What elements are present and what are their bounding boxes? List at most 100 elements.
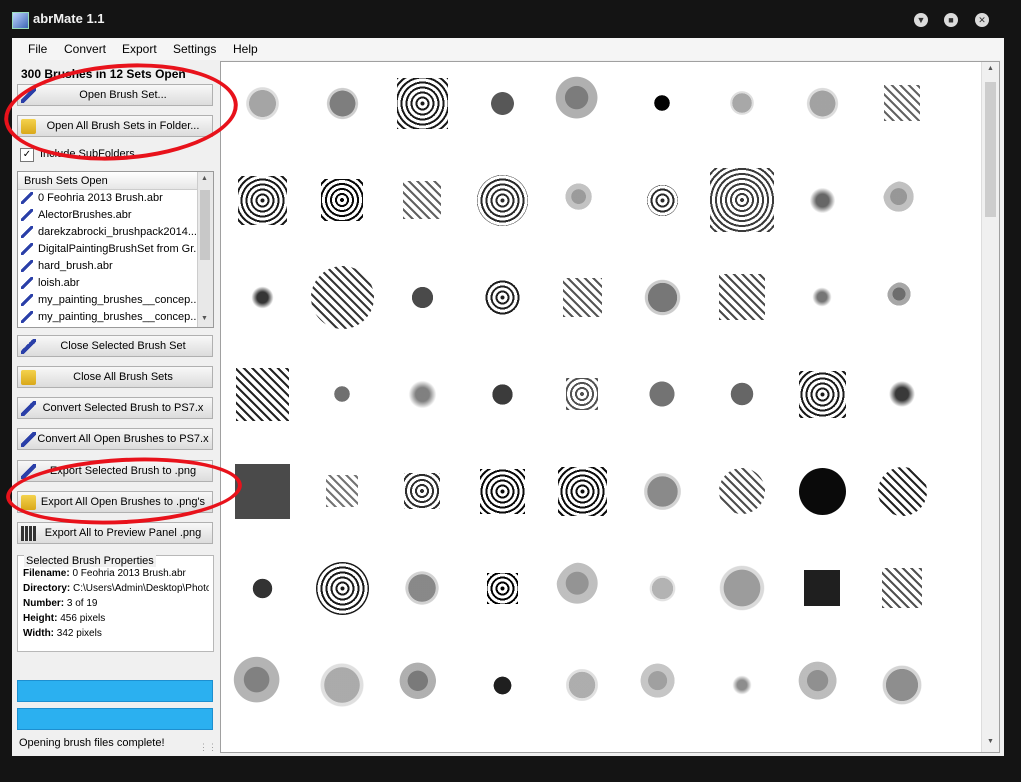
brush-thumbnail[interactable] xyxy=(324,376,360,412)
close-selected-brush-set-button[interactable]: Close Selected Brush Set xyxy=(17,335,213,357)
scroll-thumb[interactable] xyxy=(985,82,996,217)
brush-thumbnail[interactable] xyxy=(478,370,526,418)
brush-thumbnail[interactable] xyxy=(396,77,448,129)
brush-thumbnail[interactable] xyxy=(887,282,917,312)
list-item[interactable]: darekzabrocki_brushpack2014... xyxy=(18,224,213,241)
brush-thumbnail[interactable] xyxy=(321,179,363,221)
menu-help[interactable]: Help xyxy=(233,42,258,56)
brush-sets-list[interactable]: Brush Sets Open 0 Feohria 2013 Brush.abr… xyxy=(17,171,214,328)
menu-convert[interactable]: Convert xyxy=(64,42,106,56)
brush-thumbnail[interactable] xyxy=(479,468,525,514)
brush-thumbnail[interactable] xyxy=(882,180,922,220)
preview-scrollbar[interactable]: ▲ ▼ xyxy=(981,62,999,752)
resize-grip-icon[interactable]: ⋮⋮ xyxy=(199,742,217,753)
brush-thumbnail[interactable] xyxy=(234,463,290,519)
list-item[interactable]: loish.abr xyxy=(18,275,213,292)
list-item[interactable]: my_painting_brushes__concep... xyxy=(18,292,213,309)
menu-file[interactable]: File xyxy=(28,42,47,56)
maximize-button[interactable]: ■ xyxy=(944,13,958,27)
brush-thumbnail[interactable] xyxy=(562,277,602,317)
brush-thumbnail[interactable] xyxy=(310,265,374,329)
brush-thumbnail[interactable] xyxy=(716,368,768,420)
brush-thumbnail[interactable] xyxy=(725,86,759,120)
brush-thumbnail[interactable] xyxy=(798,467,846,515)
brush-thumbnail[interactable] xyxy=(643,569,681,607)
menu-settings[interactable]: Settings xyxy=(173,42,216,56)
brush-thumbnail[interactable] xyxy=(481,664,523,706)
convert-selected-brush-button[interactable]: Convert Selected Brush to PS7.x xyxy=(17,397,213,419)
brush-thumbnail[interactable] xyxy=(719,468,765,514)
list-item[interactable]: hard_brush.abr xyxy=(18,258,213,275)
brush-thumbnail[interactable] xyxy=(326,475,358,507)
brush-thumbnail[interactable] xyxy=(397,369,447,419)
scroll-up-icon[interactable]: ▲ xyxy=(201,175,208,182)
brush-thumbnail[interactable] xyxy=(646,184,678,216)
list-item[interactable]: 0 Feohria 2013 Brush.abr xyxy=(18,190,213,207)
export-selected-brush-button[interactable]: Export Selected Brush to .png xyxy=(17,460,213,482)
include-subfolders-checkbox[interactable]: ✓ Include SubFolders xyxy=(20,146,216,164)
brush-thumbnail[interactable] xyxy=(403,181,441,219)
minimize-button[interactable]: ▼ xyxy=(914,13,928,27)
brush-thumbnail[interactable] xyxy=(398,661,446,709)
brush-thumbnail[interactable] xyxy=(805,280,839,314)
brush-thumbnail[interactable] xyxy=(238,79,286,127)
brush-thumbnail[interactable] xyxy=(319,80,365,126)
export-all-brushes-button[interactable]: Export All Open Brushes to .png's xyxy=(17,491,213,513)
brush-thumbnail[interactable] xyxy=(797,660,847,710)
brush-thumbnail[interactable] xyxy=(884,85,920,121)
brush-thumbnail[interactable] xyxy=(232,655,292,715)
brush-thumbnail[interactable] xyxy=(725,668,759,702)
brush-thumbnail[interactable] xyxy=(483,278,521,316)
list-item[interactable]: DigitalPaintingBrushSet from Gr... xyxy=(18,241,213,258)
brush-thumbnail[interactable] xyxy=(644,85,680,121)
close-all-brush-sets-button[interactable]: Close All Brush Sets xyxy=(17,366,213,388)
brush-thumbnail[interactable] xyxy=(882,568,922,608)
brush-preview-panel[interactable]: ▲ ▼ xyxy=(220,61,1000,753)
brush-thumbnail[interactable] xyxy=(877,466,927,516)
brush-thumbnail[interactable] xyxy=(798,370,846,418)
scroll-down-icon[interactable]: ▼ xyxy=(201,315,208,322)
export-preview-panel-button[interactable]: Export All to Preview Panel .png xyxy=(17,522,213,544)
brush-thumbnail[interactable] xyxy=(476,174,528,226)
brush-thumbnail[interactable] xyxy=(242,277,282,317)
list-item[interactable]: my_painting_brushes__concep... xyxy=(18,309,213,326)
brush-thumbnail[interactable] xyxy=(719,274,765,320)
brush-thumbnail[interactable] xyxy=(799,80,845,126)
brush-thumbnail[interactable] xyxy=(557,466,607,516)
brush-thumbnail[interactable] xyxy=(799,177,845,223)
brush-thumbnail[interactable] xyxy=(486,572,518,604)
brush-thumbnail[interactable] xyxy=(635,464,689,518)
brush-thumbnail[interactable] xyxy=(874,657,930,713)
brush-thumbnail[interactable] xyxy=(640,663,684,707)
brush-thumbnail[interactable] xyxy=(555,561,609,615)
brush-thumbnail[interactable] xyxy=(636,271,688,323)
brush-thumbnail[interactable] xyxy=(710,556,774,620)
close-button[interactable]: ✕ xyxy=(975,13,989,27)
brush-thumbnail[interactable] xyxy=(235,367,289,421)
brush-thumbnail[interactable] xyxy=(397,272,447,322)
list-scrollbar[interactable]: ▲ ▼ xyxy=(197,172,213,327)
menu-export[interactable]: Export xyxy=(122,42,157,56)
brush-thumbnail[interactable] xyxy=(633,365,691,423)
open-all-brush-sets-button[interactable]: Open All Brush Sets in Folder... xyxy=(17,115,213,137)
brush-thumbnail[interactable] xyxy=(566,378,598,410)
list-item[interactable]: AlectorBrushes.abr xyxy=(18,207,213,224)
brush-thumbnail[interactable] xyxy=(804,570,840,606)
brush-thumbnail[interactable] xyxy=(710,168,774,232)
scroll-up-icon[interactable]: ▲ xyxy=(987,65,994,72)
open-brush-set-button[interactable]: Open Brush Set... xyxy=(17,84,213,106)
brush-thumbnail[interactable] xyxy=(879,371,925,417)
scroll-thumb[interactable] xyxy=(200,190,210,260)
scroll-down-icon[interactable]: ▼ xyxy=(987,738,994,745)
brush-thumbnail[interactable] xyxy=(311,654,373,716)
brush-thumbnail[interactable] xyxy=(398,564,446,612)
brush-thumbnail[interactable] xyxy=(559,662,605,708)
brush-thumbnail[interactable] xyxy=(555,76,609,130)
brush-thumbnail[interactable] xyxy=(237,175,287,225)
brush-thumbnail[interactable] xyxy=(239,565,285,611)
convert-all-brushes-button[interactable]: Convert All Open Brushes to PS7.x xyxy=(17,428,213,450)
brush-thumbnail[interactable] xyxy=(565,183,599,217)
brush-thumbnail[interactable] xyxy=(404,473,440,509)
brush-thumbnail[interactable] xyxy=(475,76,529,130)
brush-thumbnail[interactable] xyxy=(315,561,369,615)
